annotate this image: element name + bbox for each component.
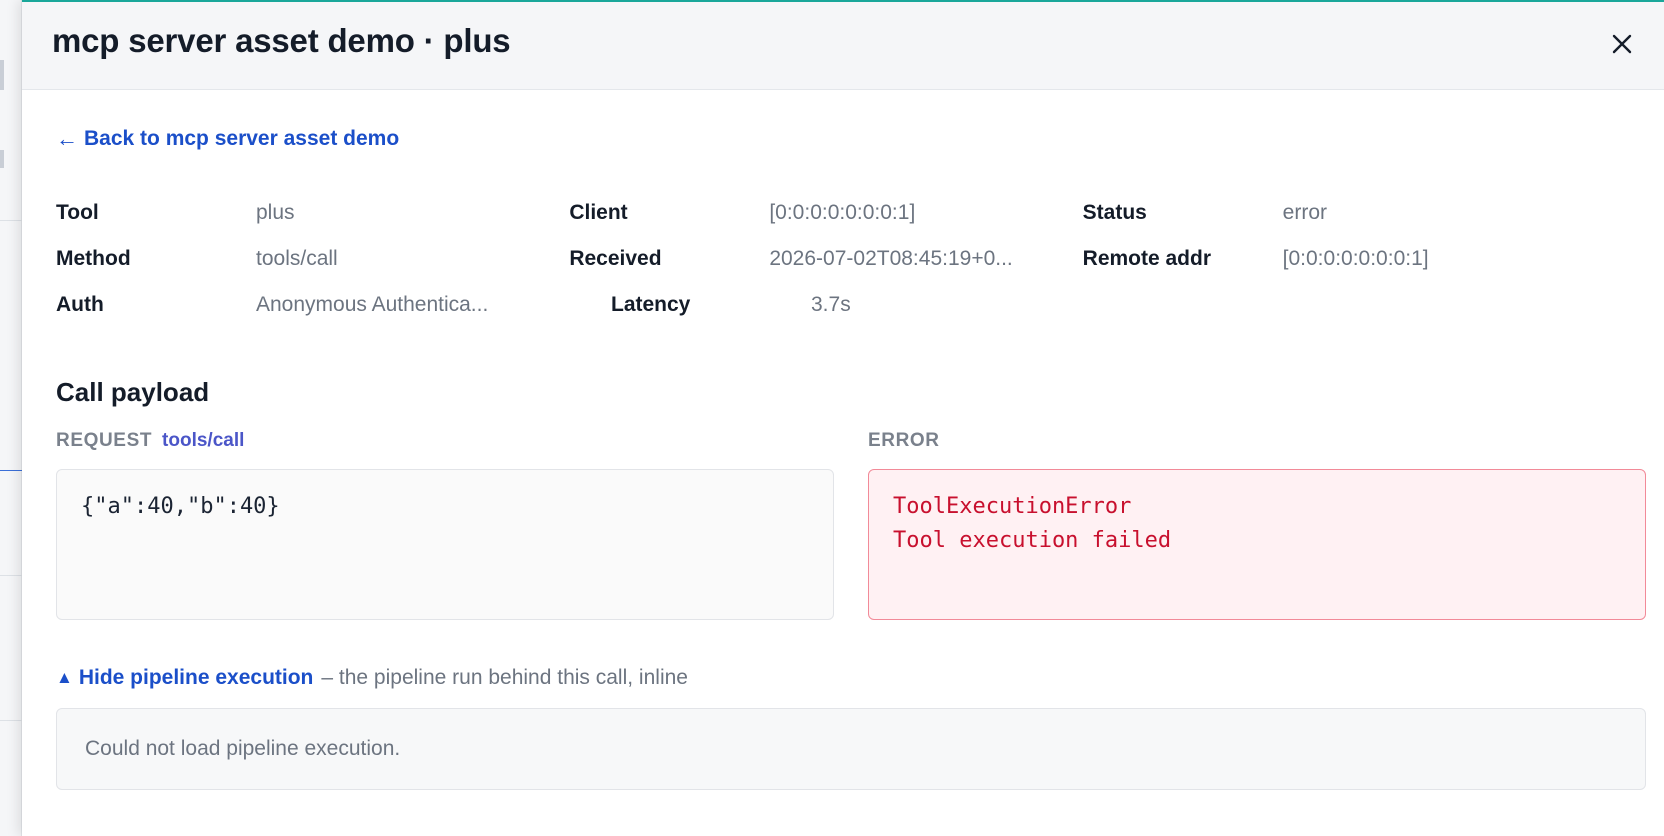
request-payload-text: {"a":40,"b":40} [81,494,280,519]
request-payload[interactable]: {"a":40,"b":40} [56,469,834,620]
metadata-value: plus [256,201,295,224]
metadata-item: Client [0:0:0:0:0:0:0:1] [569,201,1082,225]
hide-pipeline-label: Hide pipeline execution [78,666,314,689]
metadata-item: Latency 3.7s [611,293,1166,317]
metadata-row: Tool plus Client [0:0:0:0:0:0:0:1] Statu… [56,190,1596,236]
error-payload[interactable]: ToolExecutionError Tool execution failed [868,469,1646,620]
background-divider [0,470,22,471]
metadata-value: [0:0:0:0:0:0:0:1] [769,201,916,224]
metadata-value: [0:0:0:0:0:0:0:1] [1282,247,1429,270]
metadata-item: Received 2026-07-02T08:45:19+0... [569,247,1082,271]
pipeline-toggle-row: ▲ Hide pipeline execution – the pipeline… [56,666,688,690]
back-link-label: Back to mcp server asset demo [84,127,400,150]
metadata-label: Auth [56,293,104,316]
request-label-text: REQUEST [56,430,153,451]
back-link[interactable]: ← Back to mcp server asset demo [56,126,399,152]
call-payload-heading: Call payload [56,377,210,407]
metadata-label: Method [56,247,131,270]
error-message: Tool execution failed [893,528,1172,553]
metadata-value: 3.7s [811,293,851,316]
triangle-up-icon: ▲ [56,668,73,687]
metadata-item: Remote addr [0:0:0:0:0:0:0:1] [1083,247,1596,271]
metadata-item: Auth Anonymous Authentica... [56,293,611,317]
metadata-row: Auth Anonymous Authentica... Latency 3.7… [56,282,1596,328]
metadata-label: Tool [56,201,99,224]
metadata-item: Tool plus [56,201,569,225]
metadata-label: Latency [611,293,691,316]
metadata-label: Received [569,247,662,270]
pipeline-execution-panel: Could not load pipeline execution. [56,708,1646,790]
drawer-body: ← Back to mcp server asset demo Tool plu… [22,0,1664,836]
background-fragment [0,150,4,168]
request-method: tools/call [162,430,245,451]
background-divider [0,220,22,221]
call-metadata: Tool plus Client [0:0:0:0:0:0:0:1] Statu… [56,190,1596,328]
metadata-label: Client [569,201,628,224]
metadata-value: 2026-07-02T08:45:19+0... [769,247,1013,270]
background-divider [0,720,22,721]
arrow-left-icon: ← [56,126,78,151]
background-fragment [0,60,4,90]
metadata-value: tools/call [256,247,338,270]
metadata-item: Method tools/call [56,247,569,271]
hide-pipeline-button[interactable]: ▲ Hide pipeline execution [56,666,313,690]
metadata-item: Status error [1083,201,1596,225]
pipeline-error-message: Could not load pipeline execution. [85,737,401,760]
metadata-value: Anonymous Authentica... [256,293,489,316]
background-divider [0,575,22,576]
pipeline-description: – the pipeline run behind this call, inl… [321,666,688,689]
background-app-edge [0,0,22,836]
metadata-label: Remote addr [1082,247,1212,270]
metadata-label: Status [1082,201,1147,224]
request-label: REQUEST tools/call [56,430,244,452]
status-value: error [1282,201,1327,224]
error-type: ToolExecutionError [893,494,1132,519]
error-label: ERROR [868,430,940,451]
metadata-row: Method tools/call Received 2026-07-02T08… [56,236,1596,282]
